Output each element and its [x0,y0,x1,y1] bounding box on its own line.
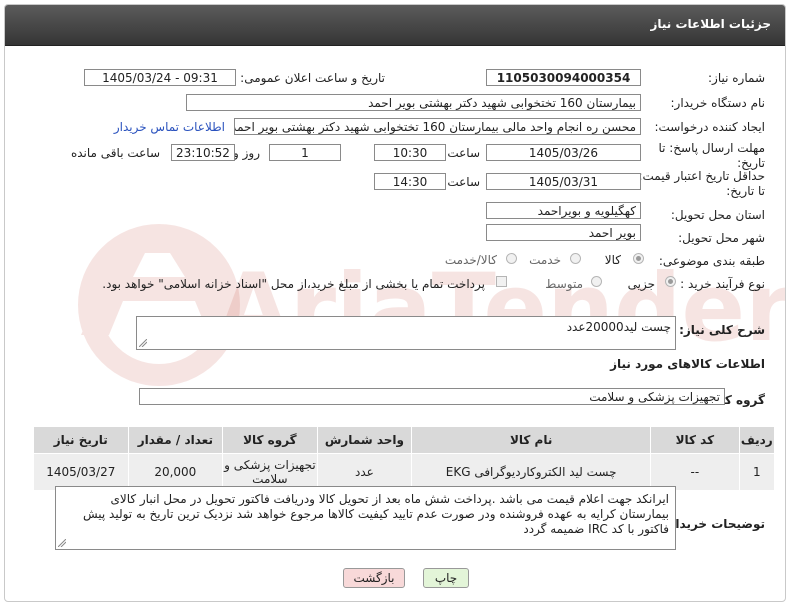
table-row[interactable]: 1 -- چست لید الکتروکاردیوگرافی EKG عدد ت… [33,453,776,491]
summary-label: شرح کلی نیاز: [679,323,765,337]
send-time-field[interactable]: 10:30 [374,144,446,161]
cell-unit: عدد [316,453,413,491]
validity-date-field[interactable]: 1405/03/31 [486,173,641,190]
cell-row-number: 1 [738,453,776,491]
contact-info-link[interactable]: اطلاعات تماس خریدار [114,120,225,134]
requester-field[interactable]: محسن ره انجام واحد مالی بیمارستان 160 تخ… [234,118,641,135]
city-label: شهر محل تحویل: [678,231,765,245]
treasury-checkbox[interactable] [496,276,507,287]
city-field[interactable]: بویر احمد [486,224,641,241]
category-service-label: خدمت [529,253,561,267]
days-label: روز و [233,146,260,160]
radio-category-service[interactable] [570,253,581,264]
cell-code: -- [650,453,740,491]
need-number-label: شماره نیاز: [708,71,765,85]
col-header-need-date: تاریخ نیاز [33,426,129,454]
resize-grip-icon[interactable] [139,339,147,347]
buyer-notes-textarea[interactable]: ایرانکد جهت اعلام قیمت می باشد .پرداخت ش… [55,486,676,550]
need-number-field[interactable]: 1105030094000354 [486,69,641,86]
panel-header: جزئیات اطلاعات نیاز [5,5,785,46]
summary-textarea[interactable]: چست لید20000عدد [136,316,676,350]
send-date-field[interactable]: 1405/03/26 [486,144,641,161]
cell-need-date: 1405/03/27 [33,453,129,491]
send-time-label: ساعت [447,146,480,160]
category-goods-label: کالا [604,253,621,267]
cell-quantity: 20,000 [127,453,224,491]
goods-group-field[interactable]: تجهیزات پزشکی و سلامت [139,388,725,405]
category-both-label: کالا/خدمت [444,253,497,267]
details-panel: AriaTender.neT جزئیات اطلاعات نیاز شماره… [4,4,786,602]
validity-time-field[interactable]: 14:30 [374,173,446,190]
radio-category-goods[interactable] [633,253,644,264]
process-minor-label: جزیی [627,277,655,291]
remaining-time-field[interactable]: 23:10:52 [171,144,235,161]
col-header-quantity: تعداد / مقدار [127,426,224,454]
province-field[interactable]: کهگیلویه و بویراحمد [486,202,641,219]
category-label: طبقه بندی موضوعی: [658,254,765,268]
table-header-row: ردیف کد کالا نام کالا واحد شمارش گروه کا… [33,426,776,454]
process-medium-label: متوسط [545,277,583,291]
requester-label: ایجاد کننده درخواست: [654,120,765,134]
announce-label: تاریخ و ساعت اعلان عمومی: [240,71,385,85]
resize-grip-icon[interactable] [58,539,66,547]
announce-field[interactable]: 1405/03/24 - 09:31 [84,69,236,86]
days-remaining-field[interactable]: 1 [269,144,341,161]
validity-time-label: ساعت [447,175,480,189]
remaining-label: ساعت باقی مانده [70,146,160,160]
col-header-name: نام کالا [411,426,652,454]
col-header-group: گروه کالا [222,426,318,454]
col-header-unit: واحد شمارش [316,426,413,454]
cell-group: تجهیزات پزشکی و سلامت [222,453,318,491]
validity-label: حداقل تاریخ اعتبار قیمت: تا تاریخ: [638,169,765,198]
buyer-org-field[interactable]: بیمارستان 160 تختخوابی شهید دکتر بهشتی ب… [186,94,641,111]
radio-process-medium[interactable] [591,276,602,287]
process-label: نوع فرآیند خرید : [680,277,765,291]
col-header-code: کد کالا [650,426,740,454]
goods-info-title: اطلاعات کالاهای مورد نیاز [610,357,765,371]
col-header-row-number: ردیف [738,426,776,454]
page-title: جزئیات اطلاعات نیاز [650,17,771,31]
cell-name: چست لید الکتروکاردیوگرافی EKG [411,453,652,491]
buyer-notes-label: توضیحات خریدار: [663,517,765,531]
back-button[interactable]: بازگشت [343,568,405,588]
buyer-org-label: نام دستگاه خریدار: [670,96,766,110]
send-deadline-label: مهلت ارسال پاسخ: تا تاریخ: [658,141,765,170]
print-button[interactable]: چاپ [423,568,469,588]
radio-process-minor[interactable] [665,276,676,287]
payment-note: پرداخت تمام یا بخشی از مبلغ خرید،از محل … [102,277,485,291]
buyer-notes-text: ایرانکد جهت اعلام قیمت می باشد .پرداخت ش… [82,492,669,536]
summary-text: چست لید20000عدد [566,320,671,334]
radio-category-both[interactable] [506,253,517,264]
items-table: ردیف کد کالا نام کالا واحد شمارش گروه کا… [33,426,776,491]
province-label: استان محل تحویل: [670,208,765,222]
